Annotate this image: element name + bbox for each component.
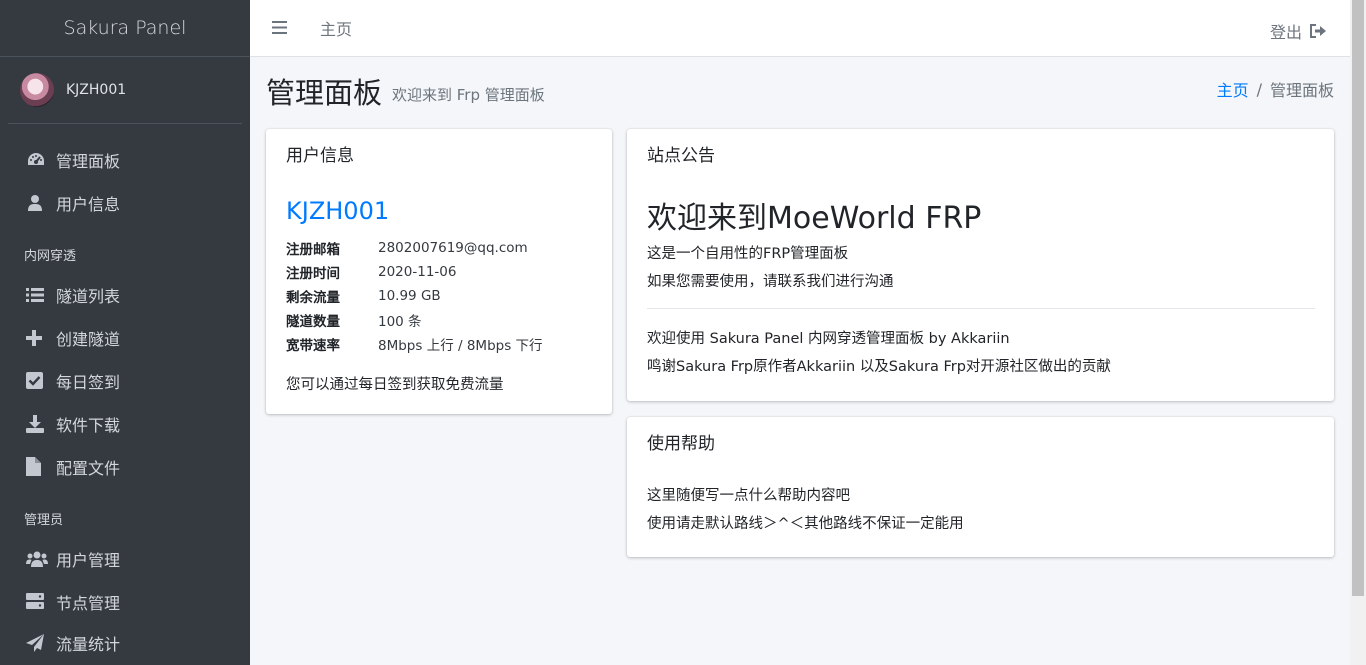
sidebar-username[interactable]: KJZH001: [66, 82, 126, 98]
breadcrumb-separator: /: [1256, 79, 1262, 99]
info-row-bandwidth: 宽带速率 8Mbps 上行 / 8Mbps 下行: [286, 332, 543, 356]
user-info-card: 用户信息 KJZH001 注册邮箱 2802007619@qq.com 注册时间…: [266, 129, 612, 414]
breadcrumb: 主页 / 管理面板: [1217, 77, 1334, 101]
sidebar-item-daily-checkin[interactable]: 每日签到: [0, 359, 250, 402]
sidebar-item-user-info[interactable]: 用户信息: [0, 181, 250, 224]
sidebar-item-label: 软件下载: [56, 415, 121, 435]
sidebar-item-traffic-stats[interactable]: 流量统计: [0, 623, 250, 663]
user-info-table: 注册邮箱 2802007619@qq.com 注册时间 2020-11-06 剩…: [286, 236, 543, 356]
notice-text: 这是一个自用性的FRP管理面板: [647, 246, 849, 262]
sidebar-item-config-file[interactable]: 配置文件: [0, 445, 250, 488]
info-row-tunnel-count: 隧道数量 100 条: [286, 308, 543, 332]
sidebar-item-label: 管理面板: [56, 151, 121, 171]
info-value: 2020-11-06: [378, 264, 457, 280]
sidebar-section-admin: 管理员: [24, 513, 64, 528]
info-label: 注册邮箱: [286, 242, 340, 258]
file-icon: [26, 457, 56, 476]
help-text: 使用请走默认路线＞^＜其他路线不保证一定能用: [647, 516, 964, 532]
notice-text: 欢迎使用 Sakura Panel 内网穿透管理面板 by Akkariin: [647, 331, 1010, 347]
notice-heading: 欢迎来到MoeWorld FRP: [647, 201, 982, 236]
sidebar-section-frp: 内网穿透: [24, 249, 77, 264]
notice-text: 鸣谢Sakura Frp原作者Akkariin 以及Sakura Frp对开源社…: [647, 359, 1111, 375]
sidebar-item-label: 节点管理: [56, 593, 121, 613]
card-title: 使用帮助: [647, 434, 715, 454]
help-text: 这里随便写一点什么帮助内容吧: [647, 488, 850, 504]
info-value: 8Mbps 上行 / 8Mbps 下行: [378, 338, 543, 354]
info-label: 宽带速率: [286, 338, 340, 354]
info-label: 剩余流量: [286, 290, 340, 306]
sidebar-nav: 管理面板 用户信息 内网穿透 隧道列表 创建隧道 每日签到 软件下载 配置文件 …: [0, 124, 250, 663]
check-square-icon: [26, 372, 56, 389]
sign-out-icon: [1310, 24, 1326, 38]
sidebar-item-label: 用户信息: [56, 194, 121, 214]
breadcrumb-home-link[interactable]: 主页: [1217, 77, 1249, 101]
notice-text: 如果您需要使用，请联系我们进行沟通: [647, 274, 894, 290]
card-title: 站点公告: [647, 146, 715, 166]
sidebar-item-create-tunnel[interactable]: 创建隧道: [0, 316, 250, 359]
breadcrumb-current: 管理面板: [1269, 81, 1334, 100]
list-icon: [26, 287, 56, 303]
site-notice-card: 站点公告 欢迎来到MoeWorld FRP 这是一个自用性的FRP管理面板 如果…: [627, 129, 1334, 401]
sidebar-item-label: 配置文件: [56, 458, 121, 478]
info-row-email: 注册邮箱 2802007619@qq.com: [286, 236, 543, 260]
sidebar-item-label: 用户管理: [56, 550, 121, 570]
user-card-note: 您可以通过每日签到获取免费流量: [286, 377, 504, 393]
brand-title[interactable]: Sakura Panel: [0, 0, 250, 57]
top-navbar: 主页 登出: [250, 0, 1350, 57]
page-subtitle: 欢迎来到 Frp 管理面板: [392, 86, 545, 104]
card-title: 用户信息: [286, 146, 354, 166]
server-icon: [26, 593, 56, 610]
sidebar-item-tunnel-list[interactable]: 隧道列表: [0, 273, 250, 316]
info-label: 隧道数量: [286, 314, 340, 330]
sidebar-item-node-management[interactable]: 节点管理: [0, 580, 250, 623]
info-value: 10.99 GB: [378, 288, 441, 304]
top-home-link[interactable]: 主页: [320, 16, 352, 40]
download-icon: [26, 414, 56, 433]
info-label: 注册时间: [286, 266, 340, 282]
tachometer-icon: [26, 151, 56, 169]
hamburger-menu-icon[interactable]: [272, 18, 294, 39]
sidebar-item-label: 每日签到: [56, 372, 121, 392]
info-value: 2802007619@qq.com: [378, 240, 528, 256]
users-icon: [26, 551, 56, 567]
avatar[interactable]: [20, 73, 54, 107]
sidebar-item-label: 创建隧道: [56, 329, 121, 349]
user-card-username: KJZH001: [286, 197, 390, 225]
paper-plane-icon: [26, 634, 56, 652]
logout-label: 登出: [1269, 23, 1302, 42]
sidebar-item-dashboard[interactable]: 管理面板: [0, 138, 250, 181]
sidebar-item-label: 隧道列表: [56, 286, 121, 306]
page-scrollbar[interactable]: [1350, 0, 1366, 665]
info-row-remaining-traffic: 剩余流量 10.99 GB: [286, 284, 543, 308]
user-panel[interactable]: KJZH001: [8, 57, 242, 124]
scrollbar-thumb[interactable]: [1352, 0, 1364, 596]
sidebar: Sakura Panel KJZH001 管理面板 用户信息 内网穿透 隧道列表: [0, 0, 250, 665]
plus-icon: [26, 329, 56, 346]
logout-button[interactable]: 登出: [1270, 19, 1326, 43]
sidebar-item-software-download[interactable]: 软件下载: [0, 402, 250, 445]
info-value: 100 条: [378, 314, 422, 330]
sidebar-item-label: 流量统计: [56, 635, 121, 654]
info-row-register-date: 注册时间 2020-11-06: [286, 260, 543, 284]
divider: [647, 308, 1315, 309]
help-card: 使用帮助 这里随便写一点什么帮助内容吧 使用请走默认路线＞^＜其他路线不保证一定…: [627, 417, 1334, 557]
user-icon: [26, 194, 56, 212]
page-title: 管理面板: [266, 76, 383, 110]
sidebar-item-user-management[interactable]: 用户管理: [0, 537, 250, 580]
